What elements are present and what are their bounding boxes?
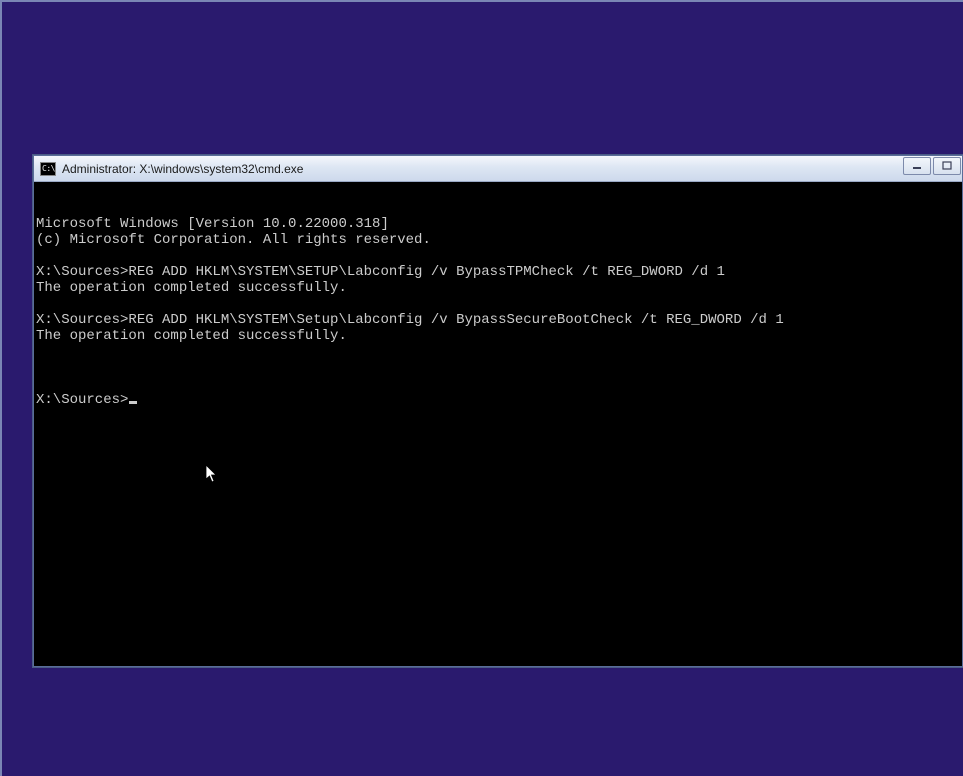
terminal-line: The operation completed successfully. (36, 328, 962, 344)
titlebar[interactable]: C:\ Administrator: X:\windows\system32\c… (34, 156, 962, 182)
mouse-cursor-icon (206, 465, 218, 483)
terminal-line (36, 296, 962, 312)
text-cursor (129, 401, 137, 404)
terminal-line: (c) Microsoft Corporation. All rights re… (36, 232, 962, 248)
left-border (0, 0, 2, 776)
terminal-line (36, 248, 962, 264)
cmd-icon-text: C:\ (42, 165, 55, 173)
terminal-line: X:\Sources>REG ADD HKLM\SYSTEM\Setup\Lab… (36, 312, 962, 328)
window-controls (903, 157, 962, 175)
maximize-icon (942, 161, 952, 171)
terminal-line (36, 344, 962, 360)
prompt: X:\Sources> (36, 392, 128, 408)
terminal-line: Microsoft Windows [Version 10.0.22000.31… (36, 216, 962, 232)
maximize-button[interactable] (933, 157, 961, 175)
terminal-output[interactable]: Microsoft Windows [Version 10.0.22000.31… (34, 182, 962, 666)
top-border (0, 0, 963, 2)
terminal-line: X:\Sources>REG ADD HKLM\SYSTEM\SETUP\Lab… (36, 264, 962, 280)
terminal-line: The operation completed successfully. (36, 280, 962, 296)
minimize-icon (912, 161, 922, 171)
cmd-window: C:\ Administrator: X:\windows\system32\c… (33, 155, 963, 667)
cmd-icon: C:\ (40, 162, 56, 176)
minimize-button[interactable] (903, 157, 931, 175)
window-title: Administrator: X:\windows\system32\cmd.e… (62, 162, 303, 176)
